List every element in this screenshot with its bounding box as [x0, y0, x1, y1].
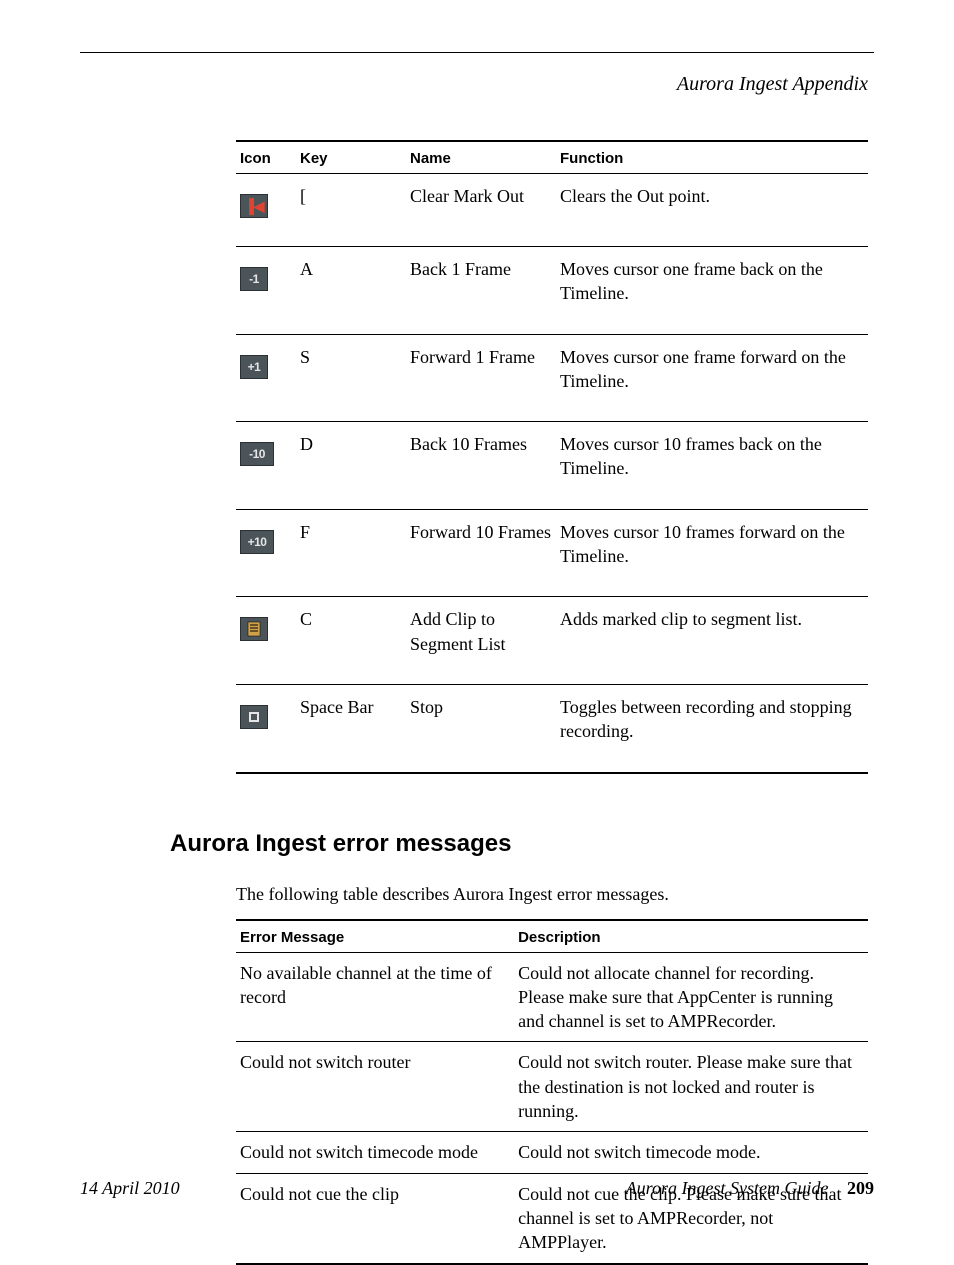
th-error: Error Message — [236, 920, 514, 953]
cell-key: A — [296, 247, 406, 335]
cell-function: Moves cursor 10 frames back on the Timel… — [556, 422, 868, 510]
cell-icon — [236, 684, 296, 772]
table-row: -10 DBack 10 FramesMoves cursor 10 frames… — [236, 422, 868, 510]
cell-name: Back 1 Frame — [406, 247, 556, 335]
stop-icon — [240, 705, 268, 729]
cell-key: S — [296, 334, 406, 422]
section-lead: The following table describes Aurora Ing… — [236, 884, 874, 905]
back-10-frames-icon: -10 — [240, 442, 274, 466]
cell-key: Space Bar — [296, 684, 406, 772]
th-function: Function — [556, 141, 868, 174]
table-row: Could not switch routerCould not switch … — [236, 1042, 868, 1132]
clear-mark-out-icon: ▐◀ — [240, 194, 268, 218]
top-rule — [80, 52, 874, 53]
cell-icon: +10 — [236, 509, 296, 597]
cell-name: Forward 10 Frames — [406, 509, 556, 597]
error-messages-table: Error Message Description No available c… — [236, 919, 868, 1265]
cell-name: Stop — [406, 684, 556, 772]
th-key: Key — [296, 141, 406, 174]
cell-description: Could not allocate channel for recording… — [514, 952, 868, 1042]
footer-guide: Aurora Ingest System Guide — [626, 1178, 829, 1198]
cell-error: No available channel at the time of reco… — [236, 952, 514, 1042]
cell-error: Could not switch router — [236, 1042, 514, 1132]
table-row: ▐◀ [Clear Mark OutClears the Out point. — [236, 174, 868, 247]
table-row: -1 ABack 1 FrameMoves cursor one frame ba… — [236, 247, 868, 335]
table-row: +1 SForward 1 FrameMoves cursor one frame… — [236, 334, 868, 422]
shortcuts-table: Icon Key Name Function ▐◀ [Clear Mark Out… — [236, 140, 868, 774]
cell-function: Adds marked clip to segment list. — [556, 597, 868, 685]
cell-error: Could not switch timecode mode — [236, 1132, 514, 1173]
cell-name: Back 10 Frames — [406, 422, 556, 510]
cell-name: Add Clip to Segment List — [406, 597, 556, 685]
cell-name: Clear Mark Out — [406, 174, 556, 247]
cell-icon — [236, 597, 296, 685]
cell-icon: -10 — [236, 422, 296, 510]
page-footer: 14 April 2010 Aurora Ingest System Guide… — [80, 1178, 874, 1199]
cell-key: [ — [296, 174, 406, 247]
cell-key: F — [296, 509, 406, 597]
table-row: Could not switch timecode modeCould not … — [236, 1132, 868, 1173]
back-1-frame-icon: -1 — [240, 267, 268, 291]
footer-date: 14 April 2010 — [80, 1178, 180, 1199]
cell-icon: +1 — [236, 334, 296, 422]
th-name: Name — [406, 141, 556, 174]
table-row: CAdd Clip to Segment ListAdds marked cli… — [236, 597, 868, 685]
footer-page-number: 209 — [847, 1178, 874, 1198]
table-row: No available channel at the time of reco… — [236, 952, 868, 1042]
cell-icon: -1 — [236, 247, 296, 335]
cell-function: Clears the Out point. — [556, 174, 868, 247]
section-heading: Aurora Ingest error messages — [170, 830, 874, 858]
cell-description: Could not switch timecode mode. — [514, 1132, 868, 1173]
th-description: Description — [514, 920, 868, 953]
add-clip-to-segment-list-icon — [240, 617, 268, 641]
forward-1-frame-icon: +1 — [240, 355, 268, 379]
forward-10-frames-icon: +10 — [240, 530, 274, 554]
cell-description: Could not switch router. Please make sur… — [514, 1042, 868, 1132]
page-header: Aurora Ingest Appendix — [80, 73, 874, 96]
cell-function: Moves cursor one frame forward on the Ti… — [556, 334, 868, 422]
table-row: +10 FForward 10 FramesMoves cursor 10 fra… — [236, 509, 868, 597]
th-icon: Icon — [236, 141, 296, 174]
cell-function: Moves cursor 10 frames forward on the Ti… — [556, 509, 868, 597]
table-row: Space BarStopToggles between recording a… — [236, 684, 868, 772]
cell-key: D — [296, 422, 406, 510]
cell-key: C — [296, 597, 406, 685]
cell-function: Moves cursor one frame back on the Timel… — [556, 247, 868, 335]
cell-function: Toggles between recording and stopping r… — [556, 684, 868, 772]
cell-icon: ▐◀ — [236, 174, 296, 247]
cell-name: Forward 1 Frame — [406, 334, 556, 422]
